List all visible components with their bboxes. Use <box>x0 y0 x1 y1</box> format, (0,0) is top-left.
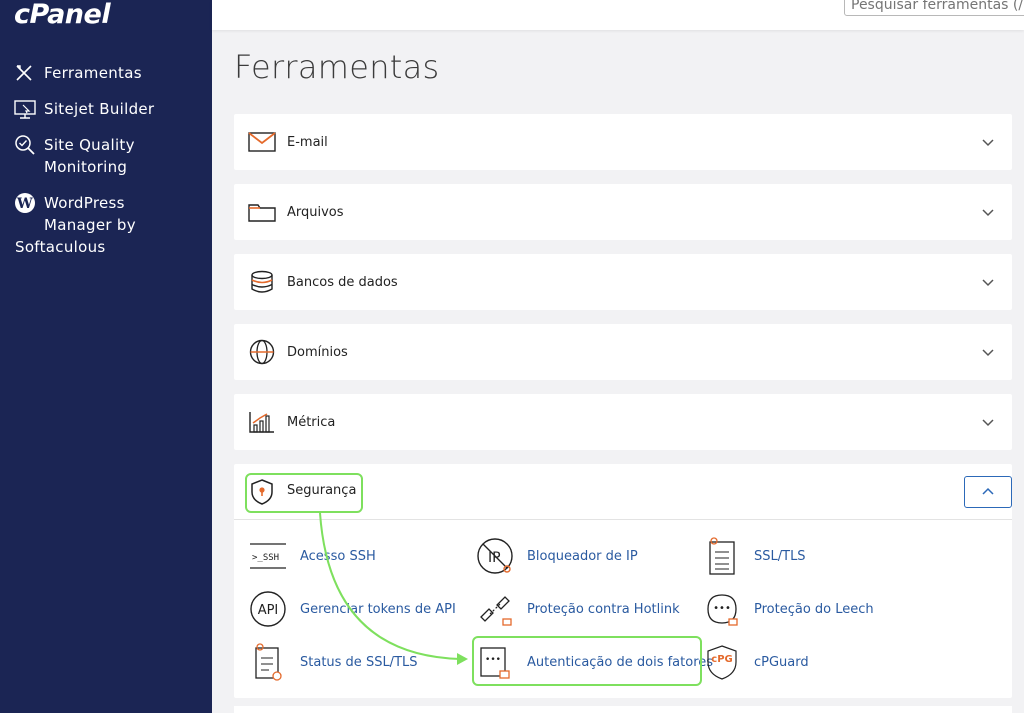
svg-text:cPG: cPG <box>711 654 732 665</box>
chevron-down-icon[interactable] <box>980 344 996 360</box>
tool-label: Gerenciar tokens de API <box>300 601 456 617</box>
ssh-icon: >_SSH <box>248 536 288 576</box>
tool-label: Autenticação de dois fatores <box>527 654 714 670</box>
two-factor-icon: ••• <box>475 642 515 682</box>
chevron-down-icon[interactable] <box>980 204 996 220</box>
shield-icon <box>248 478 276 506</box>
category-metrica[interactable]: Métrica <box>234 394 1012 450</box>
collapse-button[interactable] <box>964 476 1012 508</box>
category-bancos-de-dados[interactable]: Bancos de dados <box>234 254 1012 310</box>
search-tools-input[interactable] <box>844 0 1024 16</box>
sidebar-item-sitejet[interactable]: Sitejet Builder <box>14 98 206 120</box>
tool-gerenciar-tokens-api[interactable]: API Gerenciar tokens de API <box>248 589 456 629</box>
category-dominios[interactable]: Domínios <box>234 324 1012 380</box>
next-panel-edge <box>234 706 1012 713</box>
sidebar-item-label: Site Quality <box>44 136 135 154</box>
sidebar-item-label: WordPress <box>44 194 125 212</box>
sidebar-item-wordpress-line3[interactable]: Softaculous <box>15 236 207 258</box>
sidebar: cPanel Ferramentas Sitejet Builder Site … <box>0 0 212 713</box>
ssl-tls-icon <box>702 536 742 576</box>
category-label: Segurança <box>287 483 357 498</box>
folder-icon <box>248 198 276 226</box>
tool-protecao-leech[interactable]: ••• Proteção do Leech <box>702 589 874 629</box>
tool-label: Acesso SSH <box>300 548 376 564</box>
chevron-up-icon <box>982 487 994 495</box>
tool-cpguard[interactable]: cPG cPGuard <box>702 642 809 682</box>
tool-status-ssl-tls[interactable]: Status de SSL/TLS <box>248 642 418 682</box>
tool-bloqueador-de-ip[interactable]: IP Bloqueador de IP <box>475 536 638 576</box>
tool-label: cPGuard <box>754 654 809 670</box>
tools-icon <box>14 62 38 84</box>
api-icon: API <box>248 589 288 629</box>
svg-text:API: API <box>258 603 279 618</box>
leech-icon: ••• <box>702 589 742 629</box>
sitejet-icon <box>14 98 38 120</box>
chevron-down-icon[interactable] <box>980 134 996 150</box>
svg-text:W: W <box>16 196 33 212</box>
tool-label: Proteção do Leech <box>754 601 874 617</box>
database-icon <box>248 268 276 296</box>
chevron-down-icon[interactable] <box>980 414 996 430</box>
sidebar-item-site-quality[interactable]: Site Quality Monitoring <box>14 134 206 178</box>
cpanel-logo[interactable]: cPanel <box>14 0 111 30</box>
email-icon <box>248 128 276 156</box>
tool-ssl-tls[interactable]: SSL/TLS <box>702 536 806 576</box>
tool-acesso-ssh[interactable]: >_SSH Acesso SSH <box>248 536 376 576</box>
tool-autenticacao-dois-fatores[interactable]: ••• Autenticação de dois fatores <box>475 642 713 682</box>
globe-icon <box>248 338 276 366</box>
category-email[interactable]: E-mail <box>234 114 1012 170</box>
svg-text:•••: ••• <box>713 603 731 614</box>
tool-protecao-hotlink[interactable]: Proteção contra Hotlink <box>475 589 680 629</box>
sidebar-item-label: Monitoring <box>44 158 128 176</box>
category-label: Domínios <box>287 344 348 360</box>
ip-blocker-icon: IP <box>475 536 515 576</box>
ssl-status-icon <box>248 642 288 682</box>
category-label: Métrica <box>287 414 336 430</box>
metrics-icon <box>248 408 276 436</box>
sidebar-item-wordpress[interactable]: W WordPress Manager by <box>14 192 206 236</box>
cpguard-icon: cPG <box>702 642 742 682</box>
sidebar-item-label: Sitejet Builder <box>44 100 155 118</box>
tool-label: Status de SSL/TLS <box>300 654 418 670</box>
page-title: Ferramentas <box>234 48 440 86</box>
svg-text:•••: ••• <box>485 655 501 665</box>
chevron-down-icon[interactable] <box>980 274 996 290</box>
category-seguranca-header[interactable]: Segurança <box>234 464 1012 520</box>
category-arquivos[interactable]: Arquivos <box>234 184 1012 240</box>
category-label: Arquivos <box>287 204 344 220</box>
sidebar-item-label: Manager by <box>44 216 136 234</box>
sidebar-item-label: Softaculous <box>15 238 106 256</box>
site-quality-icon <box>14 134 38 156</box>
tool-label: Bloqueador de IP <box>527 548 638 564</box>
svg-text:IP: IP <box>488 550 501 566</box>
category-label: E-mail <box>287 134 328 150</box>
tool-label: Proteção contra Hotlink <box>527 601 680 617</box>
tool-label: SSL/TLS <box>754 548 806 564</box>
hotlink-icon <box>475 589 515 629</box>
sidebar-item-ferramentas[interactable]: Ferramentas <box>14 62 206 84</box>
category-label: Bancos de dados <box>287 274 398 290</box>
svg-text:>_SSH: >_SSH <box>252 553 279 563</box>
sidebar-item-label: Ferramentas <box>44 64 142 82</box>
wordpress-icon: W <box>14 192 38 214</box>
category-seguranca: Segurança >_SSH Acesso SSH IP Bloqueador… <box>234 464 1012 698</box>
